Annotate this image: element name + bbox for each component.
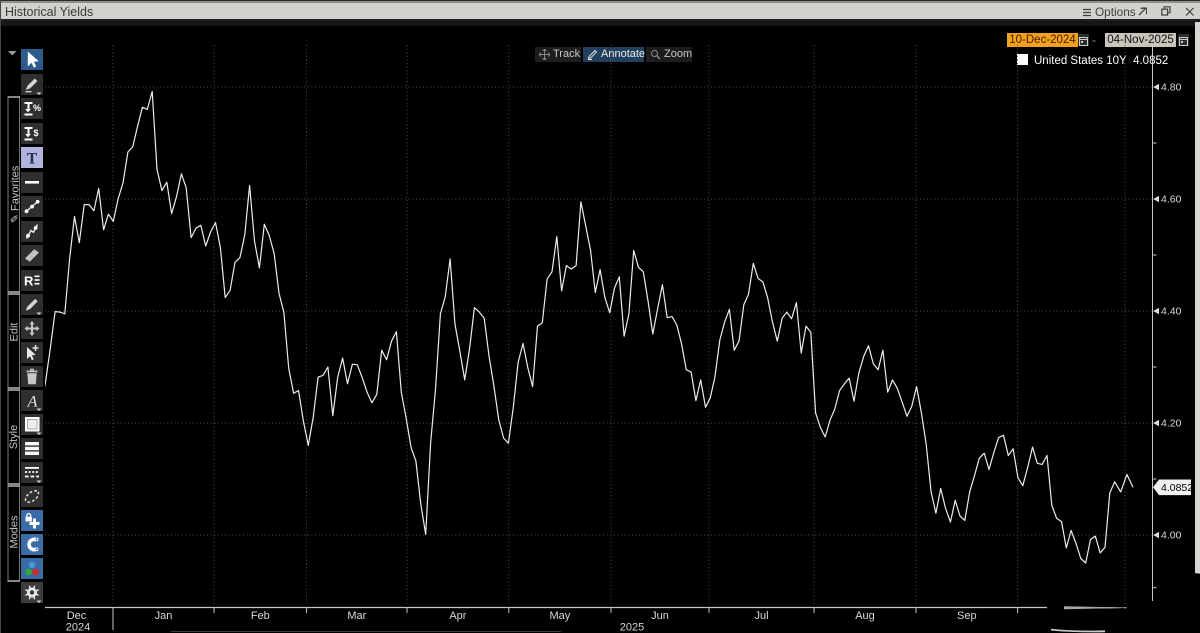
svg-text:2024: 2024 (66, 622, 90, 633)
svg-text:%: % (33, 103, 41, 113)
svg-text:Jan: Jan (155, 610, 173, 622)
svg-text:T: T (27, 151, 38, 168)
svg-text:Feb: Feb (251, 610, 270, 622)
svg-text:Dec: Dec (67, 610, 87, 622)
svg-text:4.80: 4.80 (1161, 82, 1182, 94)
svg-text:A: A (27, 394, 38, 411)
svg-text:Aug: Aug (855, 610, 875, 622)
svg-text:4.00: 4.00 (1161, 530, 1182, 542)
svg-text:$: $ (34, 128, 39, 138)
svg-text:Sep: Sep (957, 610, 977, 622)
svg-text:Apr: Apr (449, 610, 466, 622)
svg-text:Jul: Jul (754, 610, 768, 622)
svg-text:2025: 2025 (620, 622, 644, 633)
svg-text:Jun: Jun (651, 610, 669, 622)
svg-text:4.60: 4.60 (1161, 194, 1182, 206)
svg-text:4.0852: 4.0852 (1161, 482, 1193, 494)
svg-text:Mar: Mar (347, 610, 366, 622)
svg-text:4.40: 4.40 (1161, 306, 1182, 318)
svg-text:R: R (24, 273, 34, 288)
svg-text:May: May (550, 610, 571, 622)
svg-text:4.20: 4.20 (1161, 418, 1182, 430)
